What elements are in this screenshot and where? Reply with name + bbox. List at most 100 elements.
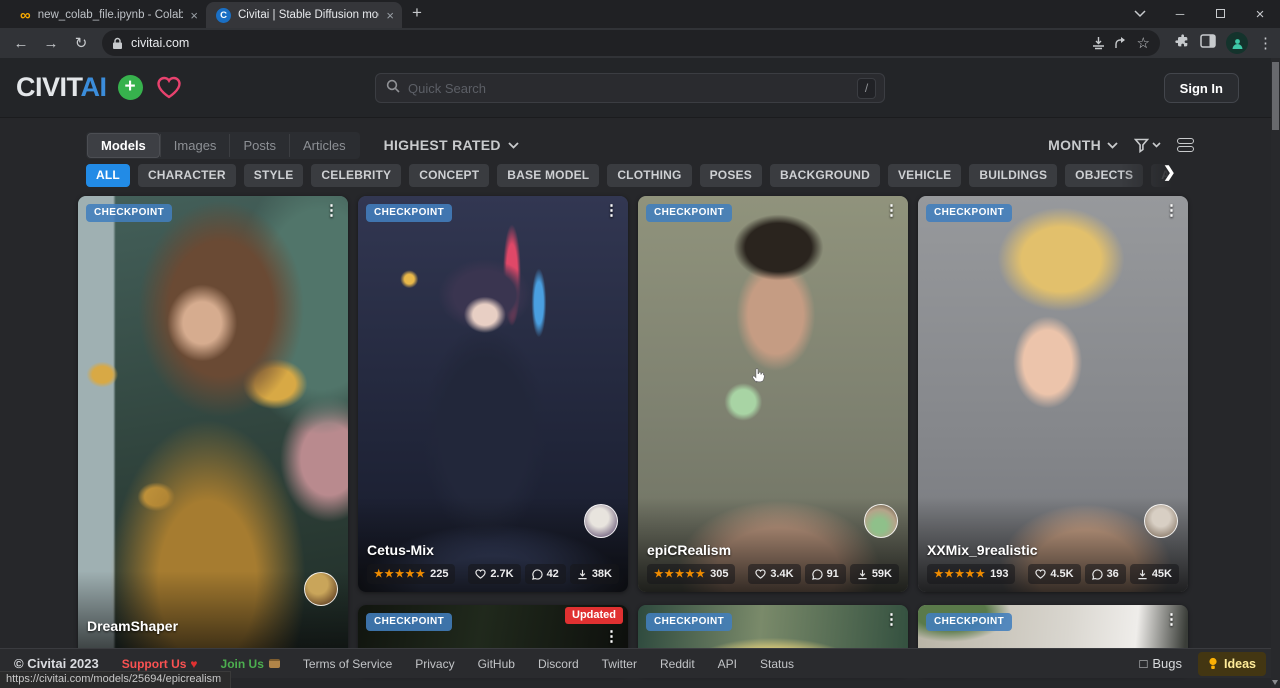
tab-articles[interactable]: Articles — [289, 134, 359, 157]
card-menu-icon[interactable]: ⋮ — [1164, 610, 1179, 628]
civitai-page: CIVITAI + / Sign In Models Images Posts … — [0, 58, 1280, 688]
card-menu-icon[interactable]: ⋮ — [884, 201, 899, 219]
side-panel-icon[interactable] — [1200, 34, 1216, 53]
model-stats: ★★★★★193 4.5K 36 45K — [927, 564, 1179, 584]
rating-pill: ★★★★★225 — [367, 564, 455, 584]
bugs-link[interactable]: □Bugs — [1140, 656, 1183, 671]
creator-avatar[interactable] — [1144, 504, 1178, 538]
chip-vehicle[interactable]: VEHICLE — [888, 164, 961, 187]
search-icon — [386, 79, 400, 98]
creator-avatar[interactable] — [584, 504, 618, 538]
card-menu-icon[interactable]: ⋮ — [604, 201, 619, 219]
model-card-epicrealism[interactable]: CHECKPOINT ⋮ epiCRealism ★★★★★305 3.4K 9… — [638, 196, 908, 592]
likes-pill: 3.4K — [748, 564, 800, 584]
chip-concept[interactable]: CONCEPT — [409, 164, 489, 187]
download-page-icon[interactable] — [1091, 36, 1106, 50]
chip-poses[interactable]: POSES — [700, 164, 762, 187]
browser-tab-colab[interactable]: ∞ new_colab_file.ipynb - Colaborat × — [10, 2, 206, 28]
reload-icon[interactable]: ↻ — [68, 34, 94, 52]
creator-avatar[interactable] — [304, 572, 338, 606]
search-input[interactable] — [408, 81, 849, 96]
filter-dropdown[interactable] — [1134, 138, 1161, 153]
browser-tab-civitai[interactable]: C Civitai | Stable Diffusion models, × — [206, 2, 402, 28]
chip-character[interactable]: CHARACTER — [138, 164, 236, 187]
footer-right: □Bugs Ideas — [1140, 652, 1266, 676]
footer-link-terms[interactable]: Terms of Service — [303, 657, 392, 671]
favorites-heart-icon[interactable] — [156, 76, 182, 99]
rating-pill: ★★★★★193 — [927, 564, 1015, 584]
card-menu-icon[interactable]: ⋮ — [1164, 201, 1179, 219]
footer-link-status[interactable]: Status — [760, 657, 794, 671]
browser-toolbar: ← → ↻ civitai.com ☆ ⋮ — [0, 28, 1280, 58]
address-bar[interactable]: civitai.com ☆ — [102, 30, 1160, 56]
footer-link-twitter[interactable]: Twitter — [602, 657, 637, 671]
new-tab-button[interactable]: + — [412, 3, 422, 23]
checkpoint-badge: CHECKPOINT — [366, 204, 452, 222]
card-menu-icon[interactable]: ⋮ — [884, 610, 899, 628]
footer-link-reddit[interactable]: Reddit — [660, 657, 695, 671]
model-card-xxmix9realistic[interactable]: CHECKPOINT ⋮ XXMix_9realistic ★★★★★193 4… — [918, 196, 1188, 592]
period-dropdown[interactable]: MONTH — [1048, 137, 1118, 153]
quick-search-box[interactable]: / — [375, 73, 885, 103]
window-maximize-button[interactable] — [1200, 7, 1240, 21]
create-plus-button[interactable]: + — [118, 75, 143, 100]
category-chips: ALL CHARACTER STYLE CELEBRITY CONCEPT BA… — [86, 164, 1190, 187]
footer-link-join-us[interactable]: Join Us — [221, 657, 280, 671]
content-type-tabs: Models Images Posts Articles — [86, 132, 360, 159]
sort-dropdown[interactable]: HIGHEST RATED — [384, 137, 519, 153]
footer-link-support-us[interactable]: Support Us♥ — [122, 657, 198, 671]
browser-profile-avatar[interactable] — [1226, 32, 1248, 54]
downloads-pill: 38K — [570, 564, 619, 584]
ideas-button[interactable]: Ideas — [1198, 652, 1266, 676]
chips-scroll-right-icon[interactable]: ❯ — [1163, 163, 1176, 181]
footer-link-privacy[interactable]: Privacy — [415, 657, 454, 671]
forward-icon[interactable]: → — [38, 35, 64, 52]
tab-close-icon[interactable]: × — [190, 9, 198, 22]
chip-clothing[interactable]: CLOTHING — [607, 164, 691, 187]
share-icon[interactable] — [1114, 36, 1129, 50]
heart-icon — [1035, 569, 1046, 579]
tab-close-icon[interactable]: × — [386, 9, 394, 22]
card-size-toggle-icon[interactable] — [1177, 138, 1194, 152]
scrollbar-down-arrow-icon[interactable] — [1272, 680, 1278, 685]
model-card-dreamshaper[interactable]: CHECKPOINT ⋮ DreamShaper — [78, 196, 348, 666]
tab-posts[interactable]: Posts — [229, 134, 289, 157]
stars: ★★★★★ — [934, 568, 986, 580]
likes-pill: 2.7K — [468, 564, 520, 584]
tab-models[interactable]: Models — [87, 133, 160, 158]
grid-column: CHECKPOINT ⋮ XXMix_9realistic ★★★★★193 4… — [918, 196, 1188, 675]
creator-avatar[interactable] — [864, 504, 898, 538]
footer-link-github[interactable]: GitHub — [478, 657, 515, 671]
page-scrollbar[interactable] — [1271, 58, 1280, 688]
grid-column: CHECKPOINT ⋮ Cetus-Mix ★★★★★225 2.7K 42 … — [358, 196, 628, 675]
downloads-pill: 59K — [850, 564, 899, 584]
card-menu-icon[interactable]: ⋮ — [324, 201, 339, 219]
footer-link-discord[interactable]: Discord — [538, 657, 579, 671]
comment-icon — [532, 569, 543, 580]
chip-buildings[interactable]: BUILDINGS — [969, 164, 1057, 187]
chip-background[interactable]: BACKGROUND — [770, 164, 880, 187]
bookmark-star-icon[interactable]: ☆ — [1137, 34, 1150, 52]
back-icon[interactable]: ← — [8, 35, 34, 52]
window-controls: ─ × — [1120, 0, 1280, 28]
download-icon — [857, 569, 868, 580]
model-card-cetus-mix[interactable]: CHECKPOINT ⋮ Cetus-Mix ★★★★★225 2.7K 42 … — [358, 196, 628, 592]
scrollbar-thumb[interactable] — [1272, 62, 1279, 130]
footer-link-api[interactable]: API — [718, 657, 737, 671]
browser-menu-icon[interactable]: ⋮ — [1258, 34, 1272, 52]
comments-pill: 42 — [525, 564, 566, 584]
tab-search-icon[interactable] — [1120, 7, 1160, 21]
chip-all[interactable]: ALL — [86, 164, 130, 187]
sign-in-button[interactable]: Sign In — [1164, 73, 1239, 103]
window-minimize-button[interactable]: ─ — [1160, 7, 1200, 21]
chip-style[interactable]: STYLE — [244, 164, 304, 187]
chip-celebrity[interactable]: CELEBRITY — [311, 164, 401, 187]
window-close-button[interactable]: × — [1240, 6, 1280, 23]
civitai-logo[interactable]: CIVITAI — [16, 72, 107, 103]
card-menu-icon[interactable]: ⋮ — [604, 627, 619, 645]
extensions-puzzle-icon[interactable] — [1174, 33, 1190, 54]
tab-images[interactable]: Images — [160, 134, 230, 157]
checkpoint-badge: CHECKPOINT — [366, 613, 452, 631]
model-stats: ★★★★★225 2.7K 42 38K — [367, 564, 619, 584]
chip-base-model[interactable]: BASE MODEL — [497, 164, 599, 187]
